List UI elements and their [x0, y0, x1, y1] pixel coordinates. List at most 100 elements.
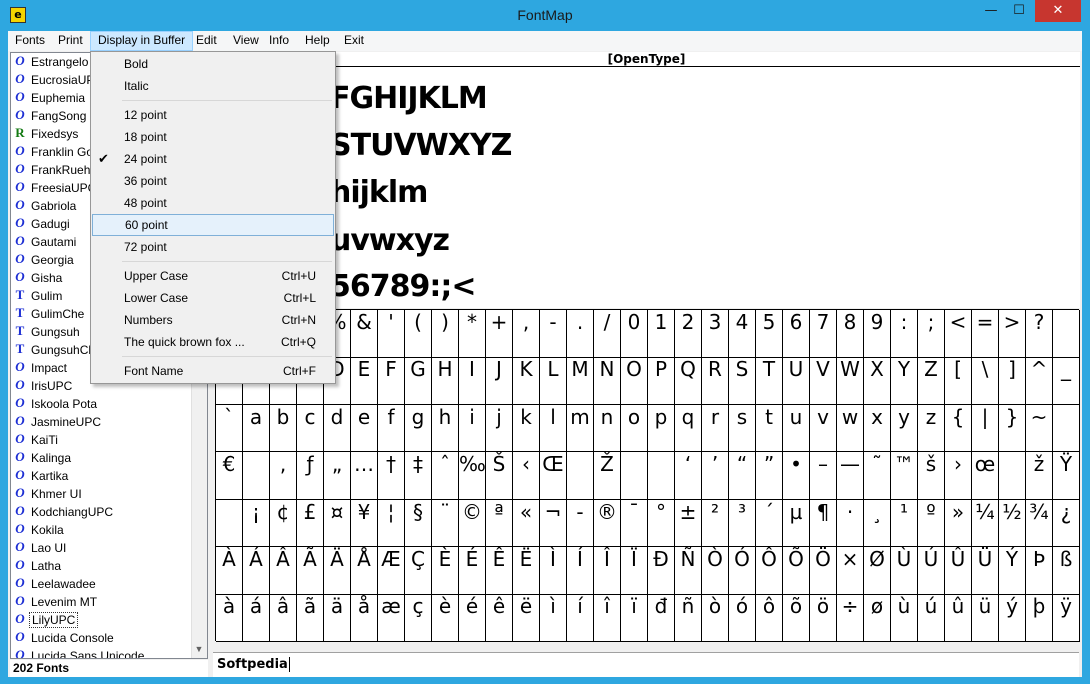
char-cell[interactable]: ç — [405, 594, 432, 642]
char-cell[interactable]: L — [540, 357, 567, 405]
char-cell[interactable]: 4 — [729, 310, 756, 358]
char-cell[interactable] — [1053, 404, 1080, 453]
char-cell[interactable]: ‰ — [459, 452, 486, 500]
char-cell[interactable]: ü — [972, 594, 999, 642]
char-cell[interactable]: Â — [270, 547, 297, 595]
char-cell[interactable]: µ — [783, 499, 810, 548]
char-cell[interactable]: Ù — [891, 547, 918, 595]
char-cell[interactable]: š — [918, 452, 945, 500]
char-cell[interactable] — [567, 452, 594, 500]
menu-item-numbers[interactable]: Numbers Ctrl+N — [92, 309, 334, 331]
char-cell[interactable]: ® — [594, 499, 621, 548]
char-cell[interactable]: ñ — [675, 594, 702, 642]
char-cell[interactable]: ô — [756, 594, 783, 642]
char-cell[interactable]: ¿ — [1053, 499, 1080, 548]
char-cell[interactable]: å — [351, 594, 378, 642]
char-cell[interactable]: ~ — [1026, 404, 1053, 453]
font-list-item[interactable]: O KodchiangUPC — [11, 503, 191, 521]
char-cell[interactable]: ´ — [756, 499, 783, 548]
char-cell[interactable]: “ — [729, 452, 756, 500]
char-cell[interactable]: ß — [1053, 547, 1080, 595]
font-list-item[interactable]: O Lucida Console — [11, 629, 191, 647]
char-cell[interactable]: - — [540, 310, 567, 358]
char-cell[interactable] — [243, 452, 270, 500]
menu-item-24-point[interactable]: ✔ 24 point — [92, 148, 334, 170]
menu-print[interactable]: Print — [51, 31, 90, 51]
char-cell[interactable]: G — [405, 357, 432, 405]
menu-edit[interactable]: Edit — [189, 31, 224, 51]
char-cell[interactable]: 7 — [810, 310, 837, 358]
close-button[interactable]: ✕ — [1035, 0, 1081, 22]
char-cell[interactable]: Ê — [486, 547, 513, 595]
char-cell[interactable]: e — [351, 404, 378, 453]
char-cell[interactable]: Ã — [297, 547, 324, 595]
char-cell[interactable]: ± — [675, 499, 702, 548]
char-cell[interactable]: x — [864, 404, 891, 453]
char-cell[interactable]: a — [243, 404, 270, 453]
char-cell[interactable]: Ô — [756, 547, 783, 595]
char-cell[interactable]: õ — [783, 594, 810, 642]
char-cell[interactable]: O — [621, 357, 648, 405]
char-cell[interactable]: H — [432, 357, 459, 405]
char-cell[interactable]: æ — [378, 594, 405, 642]
char-cell[interactable]: Z — [918, 357, 945, 405]
char-cell[interactable]: † — [378, 452, 405, 500]
font-list-item[interactable]: O Kartika — [11, 467, 191, 485]
char-cell[interactable]: w — [837, 404, 864, 453]
char-cell[interactable]: v — [810, 404, 837, 453]
buffer-input[interactable]: Softpedia — [213, 652, 1079, 677]
char-cell[interactable]: Ú — [918, 547, 945, 595]
char-cell[interactable]: „ — [324, 452, 351, 500]
char-cell[interactable]: Ü — [972, 547, 999, 595]
font-list-item[interactable]: O KaiTi — [11, 431, 191, 449]
char-cell[interactable]: © — [459, 499, 486, 548]
char-cell[interactable]: k — [513, 404, 540, 453]
char-cell[interactable]: ¤ — [324, 499, 351, 548]
char-cell[interactable]: Í — [567, 547, 594, 595]
char-cell[interactable]: ' — [378, 310, 405, 358]
char-cell[interactable]: [ — [945, 357, 972, 405]
char-cell[interactable]: ¾ — [1026, 499, 1053, 548]
char-cell[interactable]: < — [945, 310, 972, 358]
char-cell[interactable]: ? — [1026, 310, 1053, 358]
char-cell[interactable]: ¯ — [621, 499, 648, 548]
char-cell[interactable]: ( — [405, 310, 432, 358]
char-cell[interactable]: ö — [810, 594, 837, 642]
char-cell[interactable]: q — [675, 404, 702, 453]
char-cell[interactable]: d — [324, 404, 351, 453]
char-cell[interactable]: m — [567, 404, 594, 453]
char-cell[interactable]: V — [810, 357, 837, 405]
font-list-item[interactable]: O JasmineUPC — [11, 413, 191, 431]
char-cell[interactable]: { — [945, 404, 972, 453]
menu-item-72-point[interactable]: 72 point — [92, 236, 334, 258]
char-cell[interactable]: — — [837, 452, 864, 500]
char-cell[interactable]: º — [918, 499, 945, 548]
char-cell[interactable]: É — [459, 547, 486, 595]
char-cell[interactable] — [999, 452, 1026, 500]
char-cell[interactable]: Ž — [594, 452, 621, 500]
char-cell[interactable]: u — [783, 404, 810, 453]
menu-item-60-point[interactable]: 60 point — [92, 214, 334, 236]
char-cell[interactable]: Ñ — [675, 547, 702, 595]
char-cell[interactable]: Ç — [405, 547, 432, 595]
char-cell[interactable]: Ä — [324, 547, 351, 595]
menu-fonts[interactable]: Fonts — [8, 31, 52, 51]
char-cell[interactable]: - — [567, 499, 594, 548]
char-cell[interactable]: n — [594, 404, 621, 453]
char-cell[interactable]: Æ — [378, 547, 405, 595]
char-cell[interactable]: : — [891, 310, 918, 358]
char-cell[interactable]: ì — [540, 594, 567, 642]
char-cell[interactable]: ‹ — [513, 452, 540, 500]
char-cell[interactable]: + — [486, 310, 513, 358]
char-cell[interactable]: j — [486, 404, 513, 453]
char-cell[interactable]: 9 — [864, 310, 891, 358]
char-cell[interactable]: ’ — [702, 452, 729, 500]
char-cell[interactable]: È — [432, 547, 459, 595]
char-cell[interactable]: p — [648, 404, 675, 453]
char-cell[interactable]: ¢ — [270, 499, 297, 548]
menu-item-upper-case[interactable]: Upper Case Ctrl+U — [92, 265, 334, 287]
char-cell[interactable]: ƒ — [297, 452, 324, 500]
font-list-item[interactable]: O Levenim MT — [11, 593, 191, 611]
char-cell[interactable]: Ò — [702, 547, 729, 595]
char-cell[interactable]: Ö — [810, 547, 837, 595]
